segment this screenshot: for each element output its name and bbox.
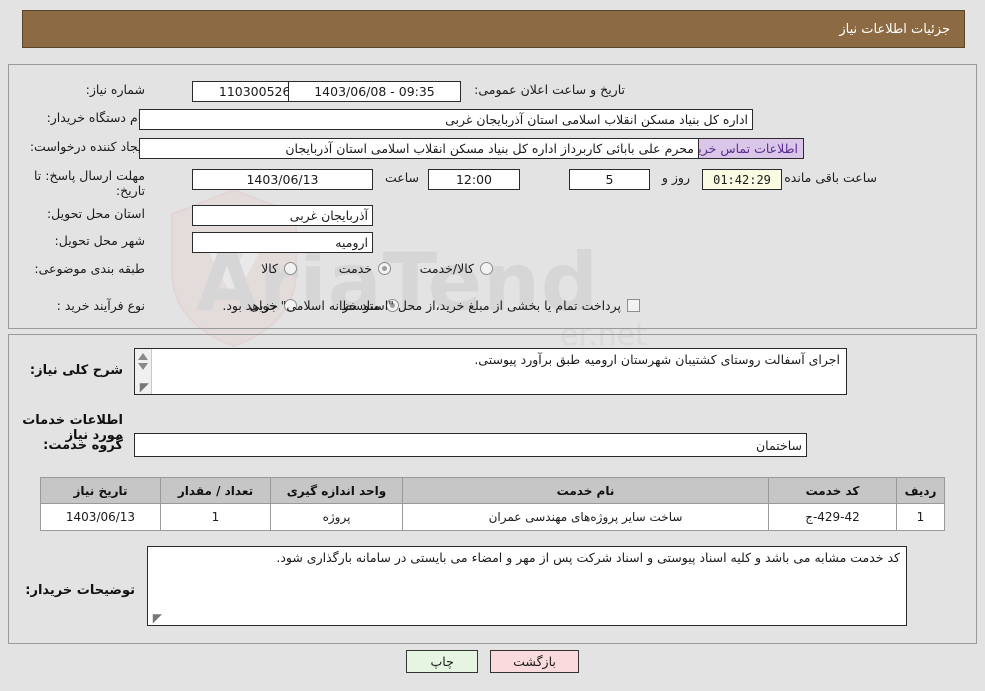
description-resize-handle[interactable]: ◤ [137, 381, 149, 393]
buyer-notes-textarea[interactable]: کد خدمت مشابه می باشد و کلیه اسناد پیوست… [147, 546, 907, 626]
table-header-row: ردیف کد خدمت نام خدمت واحد اندازه گیری ت… [40, 477, 945, 504]
deadline-time-field[interactable]: 12:00 [428, 169, 520, 190]
radio-kala-khedmat-icon[interactable] [480, 262, 493, 275]
deadline-row: مهلت ارسال پاسخ: تا تاریخ: [27, 168, 145, 198]
category-label: طبقه بندی موضوعی: [34, 261, 145, 276]
col-radif: ردیف [896, 477, 945, 504]
city-field[interactable]: ارومیه [192, 232, 373, 253]
cell-name: ساخت سایر پروژه‌های مهندسی عمران [402, 503, 769, 531]
cell-unit: پروژه [270, 503, 403, 531]
deadline-time-label-wrap: ساعت [385, 170, 419, 185]
col-date: تاریخ نیاز [40, 477, 161, 504]
province-label: استان محل تحویل: [46, 206, 145, 221]
requester-field[interactable]: محرم علی بابائی کاربرداز اداره کل بنیاد … [139, 138, 699, 159]
radio-kala-khedmat-label: کالا/خدمت [419, 261, 474, 276]
back-button[interactable]: بازگشت [490, 650, 579, 673]
cell-date: 1403/06/13 [40, 503, 161, 531]
radio-kala-icon[interactable] [284, 262, 297, 275]
print-button[interactable]: چاپ [406, 650, 479, 673]
need-number-row: شماره نیاز: [86, 82, 145, 97]
service-group-label: گروه خدمت: [43, 438, 123, 453]
province-field[interactable]: آذربایجان غربی [192, 205, 373, 226]
category-option-kala-khedmat[interactable]: کالا/خدمت [420, 261, 493, 276]
category-option-khedmat[interactable]: خدمت [339, 261, 391, 276]
treasury-checkbox-label: پرداخت تمام یا بخشی از مبلغ خرید،از محل … [222, 298, 621, 313]
deadline-days-label-wrap: روز و [662, 170, 690, 185]
city-label: شهر محل تحویل: [54, 233, 145, 248]
general-info-panel [8, 64, 977, 329]
deadline-days-label: روز و [661, 170, 690, 185]
description-label: شرح کلی نیاز: [29, 363, 123, 378]
category-option-kala[interactable]: کالا [261, 261, 297, 276]
category-row: طبقه بندی موضوعی: [34, 261, 145, 276]
deadline-label: مهلت ارسال پاسخ: تا تاریخ: [34, 168, 145, 198]
deadline-remaining-label-wrap: ساعت باقی مانده [784, 170, 877, 185]
buyer-org-label: نام دستگاه خریدار: [46, 110, 145, 125]
description-textarea[interactable]: اجرای آسفالت روستای کشتیبان شهرستان اروم… [134, 348, 847, 395]
col-name: نام خدمت [402, 477, 769, 504]
cell-code: ج-429-42 [768, 503, 897, 531]
cell-radif: 1 [896, 503, 945, 531]
page-title: جزئیات اطلاعات نیاز [839, 21, 950, 37]
deadline-time-label: ساعت [384, 170, 419, 185]
radio-khedmat-label: خدمت [338, 261, 372, 276]
buyer-notes-text: کد خدمت مشابه می باشد و کلیه اسناد پیوست… [276, 550, 900, 565]
need-number-label: شماره نیاز: [85, 82, 145, 97]
public-announce-label: تاریخ و ساعت اعلان عمومی: [474, 82, 625, 97]
tender-details-page: AriaTend er.net جزئیات اطلاعات نیاز شمار… [0, 0, 985, 691]
col-code: کد خدمت [768, 477, 897, 504]
buyer-org-field[interactable]: اداره کل بنیاد مسکن انقلاب اسلامی استان … [139, 109, 753, 130]
city-row: شهر محل تحویل: [55, 233, 145, 248]
services-table: ردیف کد خدمت نام خدمت واحد اندازه گیری ت… [40, 477, 945, 531]
buyer-org-row: نام دستگاه خریدار: [47, 110, 145, 125]
buyer-notes-label: توضیحات خریدار: [25, 583, 135, 598]
radio-khedmat-icon[interactable] [378, 262, 391, 275]
deadline-date-field[interactable]: 1403/06/13 [192, 169, 373, 190]
scroll-up-icon[interactable] [138, 353, 148, 360]
col-qty: تعداد / مقدار [160, 477, 271, 504]
scroll-down-icon[interactable] [138, 363, 148, 370]
action-buttons: بازگشت چاپ [0, 650, 985, 673]
requester-label: ایجاد کننده درخواست: [29, 139, 145, 154]
service-group-field[interactable]: ساختمان [134, 433, 807, 457]
description-text: اجرای آسفالت روستای کشتیبان شهرستان اروم… [474, 352, 840, 367]
col-unit: واحد اندازه گیری [270, 477, 403, 504]
process-type-label: نوع فرآیند خرید : [56, 298, 145, 313]
treasury-checkbox-icon[interactable] [627, 299, 640, 312]
buyer-notes-resize-handle[interactable]: ◤ [150, 612, 162, 624]
deadline-remaining-label: ساعت باقی مانده [784, 170, 877, 185]
countdown-timer: 01:42:29 [702, 169, 782, 190]
page-title-bar: جزئیات اطلاعات نیاز [22, 10, 965, 48]
public-announce-row: تاریخ و ساعت اعلان عمومی: [474, 82, 625, 97]
province-row: استان محل تحویل: [47, 206, 145, 221]
treasury-checkbox-row[interactable]: پرداخت تمام یا بخشی از مبلغ خرید،از محل … [222, 298, 640, 313]
public-announce-field[interactable]: 1403/06/08 - 09:35 [288, 81, 461, 102]
deadline-days-field[interactable]: 5 [569, 169, 650, 190]
radio-kala-label: کالا [261, 261, 278, 276]
table-row: 1 ج-429-42 ساخت سایر پروژه‌های مهندسی عم… [40, 503, 945, 531]
cell-qty: 1 [160, 503, 271, 531]
process-type-row: نوع فرآیند خرید : [57, 298, 145, 313]
requester-row: ایجاد کننده درخواست: [30, 139, 145, 154]
